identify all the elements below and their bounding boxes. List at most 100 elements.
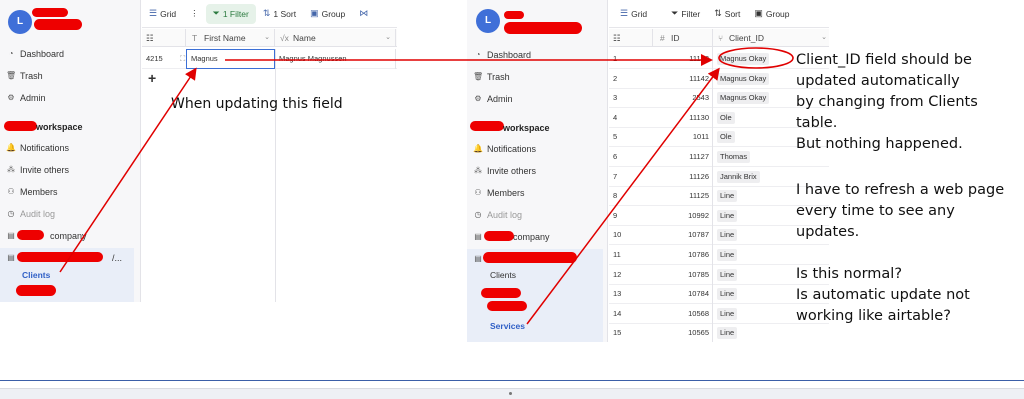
column-header-name[interactable]: √x Name ⌄ [275, 29, 396, 47]
table-clients[interactable]: Clients [22, 270, 50, 280]
linked-record-chip[interactable]: Ole [717, 111, 735, 124]
toolbar-label: Group [765, 8, 790, 19]
linked-record-chip[interactable]: Line [717, 268, 738, 281]
linked-record-chip[interactable]: Line [717, 209, 738, 222]
link-icon: ⑂ [718, 33, 724, 43]
nav-members[interactable]: ⚇ Members [6, 187, 58, 197]
column-label: ID [671, 33, 680, 43]
group-button[interactable]: ▣ Group [747, 4, 796, 24]
id-cell[interactable]: 10784 [653, 284, 713, 304]
chevron-down-icon[interactable]: ⌄ [385, 29, 391, 47]
expand-row-icon[interactable]: ⛶ [176, 49, 186, 69]
linked-record-chip[interactable]: Line [717, 327, 738, 340]
more-options-button[interactable]: ⋮ [183, 4, 206, 24]
nav-invite-others[interactable]: ⁂ Invite others [6, 165, 69, 175]
linked-record-chip[interactable]: Line [717, 288, 738, 301]
nav-audit-log[interactable]: ◷ Audit log [473, 210, 523, 220]
id-cell[interactable]: 10786 [653, 245, 713, 265]
nav-admin[interactable]: ⚙ Admin [473, 94, 512, 104]
add-row-button[interactable]: + [148, 70, 156, 86]
nav-dashboard[interactable]: ◔ Dashboard [6, 49, 64, 59]
name-cell[interactable]: Magnus Magnussen [275, 49, 396, 69]
filter-button[interactable]: ⏷ 1 Filter [205, 3, 256, 24]
annotation-line: Client_ID field should be [796, 52, 972, 68]
table-clients[interactable]: Clients [490, 270, 516, 280]
id-cell[interactable]: 10785 [653, 265, 713, 285]
row-number: 4 [613, 112, 618, 122]
id-cell[interactable]: 1011 [653, 127, 713, 147]
nav-invite-others[interactable]: ⁂ Invite others [473, 166, 536, 176]
table-services[interactable]: Services [490, 321, 525, 331]
group-button[interactable]: ▣ Group [303, 4, 352, 24]
id-cell[interactable]: 10568 [653, 304, 713, 324]
annotation-line: working like airtable? [796, 308, 951, 324]
linked-record-chip[interactable]: Line [717, 249, 738, 261]
id-cell[interactable]: 11125 [653, 186, 713, 206]
filter-icon: ⏷ [212, 8, 220, 18]
bell-icon: 🔔 [6, 143, 16, 152]
nav-notifications[interactable]: 🔔 Notifications [6, 143, 69, 153]
linked-record-chip[interactable]: Line [717, 229, 738, 242]
row-number: 10 [613, 230, 622, 240]
nav-trash[interactable]: 🗑 Trash [6, 71, 43, 81]
table-row[interactable]: 4215 ⛶ Magnus Magnus Magnussen [142, 49, 397, 69]
nav-trash[interactable]: 🗑 Trash [473, 72, 510, 82]
column-header-client-id[interactable]: ⑂ Client_ID ⌄ [713, 29, 829, 47]
chevron-down-icon[interactable]: ⌄ [264, 29, 270, 47]
chevron-down-icon[interactable]: ⌄ [821, 29, 827, 47]
nav-label: Members [20, 187, 58, 197]
id-cell[interactable]: 11143 [653, 49, 713, 69]
linked-record-chip[interactable]: Ole [717, 131, 735, 144]
redaction-mark [470, 121, 504, 131]
nav-dashboard[interactable]: ◔ Dashboard [473, 50, 531, 60]
nav-audit-log[interactable]: ◷ Audit log [6, 209, 56, 219]
linked-record-chip[interactable]: Magnus Okay [717, 92, 770, 105]
sort-button[interactable]: ⇅ 1 Sort [256, 4, 303, 24]
avatar[interactable]: L [8, 10, 32, 34]
id-cell[interactable]: 11126 [653, 167, 713, 187]
database-icon: ▤ [7, 231, 15, 240]
sidebar: L ◔ Dashboard 🗑 Trash ⚙ Admin workspace 🔔 No… [467, 0, 608, 342]
grid-view-button[interactable]: ☰ Grid [142, 4, 183, 24]
nav-notifications[interactable]: 🔔 Notifications [473, 144, 536, 154]
row-number: 7 [613, 171, 618, 181]
column-header-id[interactable]: # ID [653, 29, 713, 47]
linked-record-chip[interactable]: Line [717, 190, 738, 203]
column-header-first-name[interactable]: T First Name ⌄ [186, 29, 275, 47]
linked-record-chip[interactable]: Magnus Okay [717, 53, 770, 65]
linked-record-chip[interactable]: Thomas [717, 151, 751, 163]
linked-record-chip[interactable]: Magnus Okay [717, 72, 770, 85]
row-number: 5 [613, 132, 618, 142]
nav-admin[interactable]: ⚙ Admin [6, 93, 45, 103]
annotation-line: Is this normal? [796, 266, 903, 282]
id-cell[interactable]: 11130 [653, 108, 713, 128]
table-row[interactable]: 11 10786 Line [609, 245, 829, 265]
row-number-header[interactable]: ☷ [609, 29, 653, 47]
first-name-cell[interactable]: Magnus [186, 49, 275, 69]
base-active[interactable]: ▤ [473, 254, 483, 264]
toolbar-label: Group [321, 8, 346, 19]
client-id-cell[interactable]: Line [713, 323, 829, 342]
sort-button[interactable]: ⇅ Sort [707, 4, 747, 24]
bell-icon: 🔔 [473, 144, 483, 153]
id-cell[interactable]: 10565 [653, 323, 713, 342]
nav-members[interactable]: ⚇ Members [473, 188, 524, 198]
nav-label: Audit log [20, 209, 56, 219]
grid-view-button[interactable]: ☰ Grid [609, 4, 654, 24]
bottom-strip [0, 388, 1024, 399]
linked-record-chip[interactable]: Jannik Brix [717, 170, 760, 183]
id-cell[interactable]: 2543 [653, 88, 713, 108]
table-row[interactable]: 15 10565 Line [609, 323, 829, 342]
linked-record-chip[interactable]: Line [717, 307, 738, 320]
right-screenshot-panel: L ◔ Dashboard 🗑 Trash ⚙ Admin workspace 🔔 No… [467, 0, 829, 342]
share-button[interactable]: ⋈ [352, 4, 375, 24]
redaction-mark [34, 19, 82, 30]
client-id-cell[interactable]: Line [713, 245, 829, 265]
filter-button[interactable]: ⏷ Filter [664, 4, 707, 24]
id-cell[interactable]: 10787 [653, 225, 713, 245]
id-cell[interactable]: 11127 [653, 147, 713, 167]
id-cell[interactable]: 11142 [653, 69, 713, 89]
row-number-header[interactable]: ☷ [142, 29, 186, 47]
avatar[interactable]: L [476, 9, 500, 33]
id-cell[interactable]: 10992 [653, 206, 713, 226]
